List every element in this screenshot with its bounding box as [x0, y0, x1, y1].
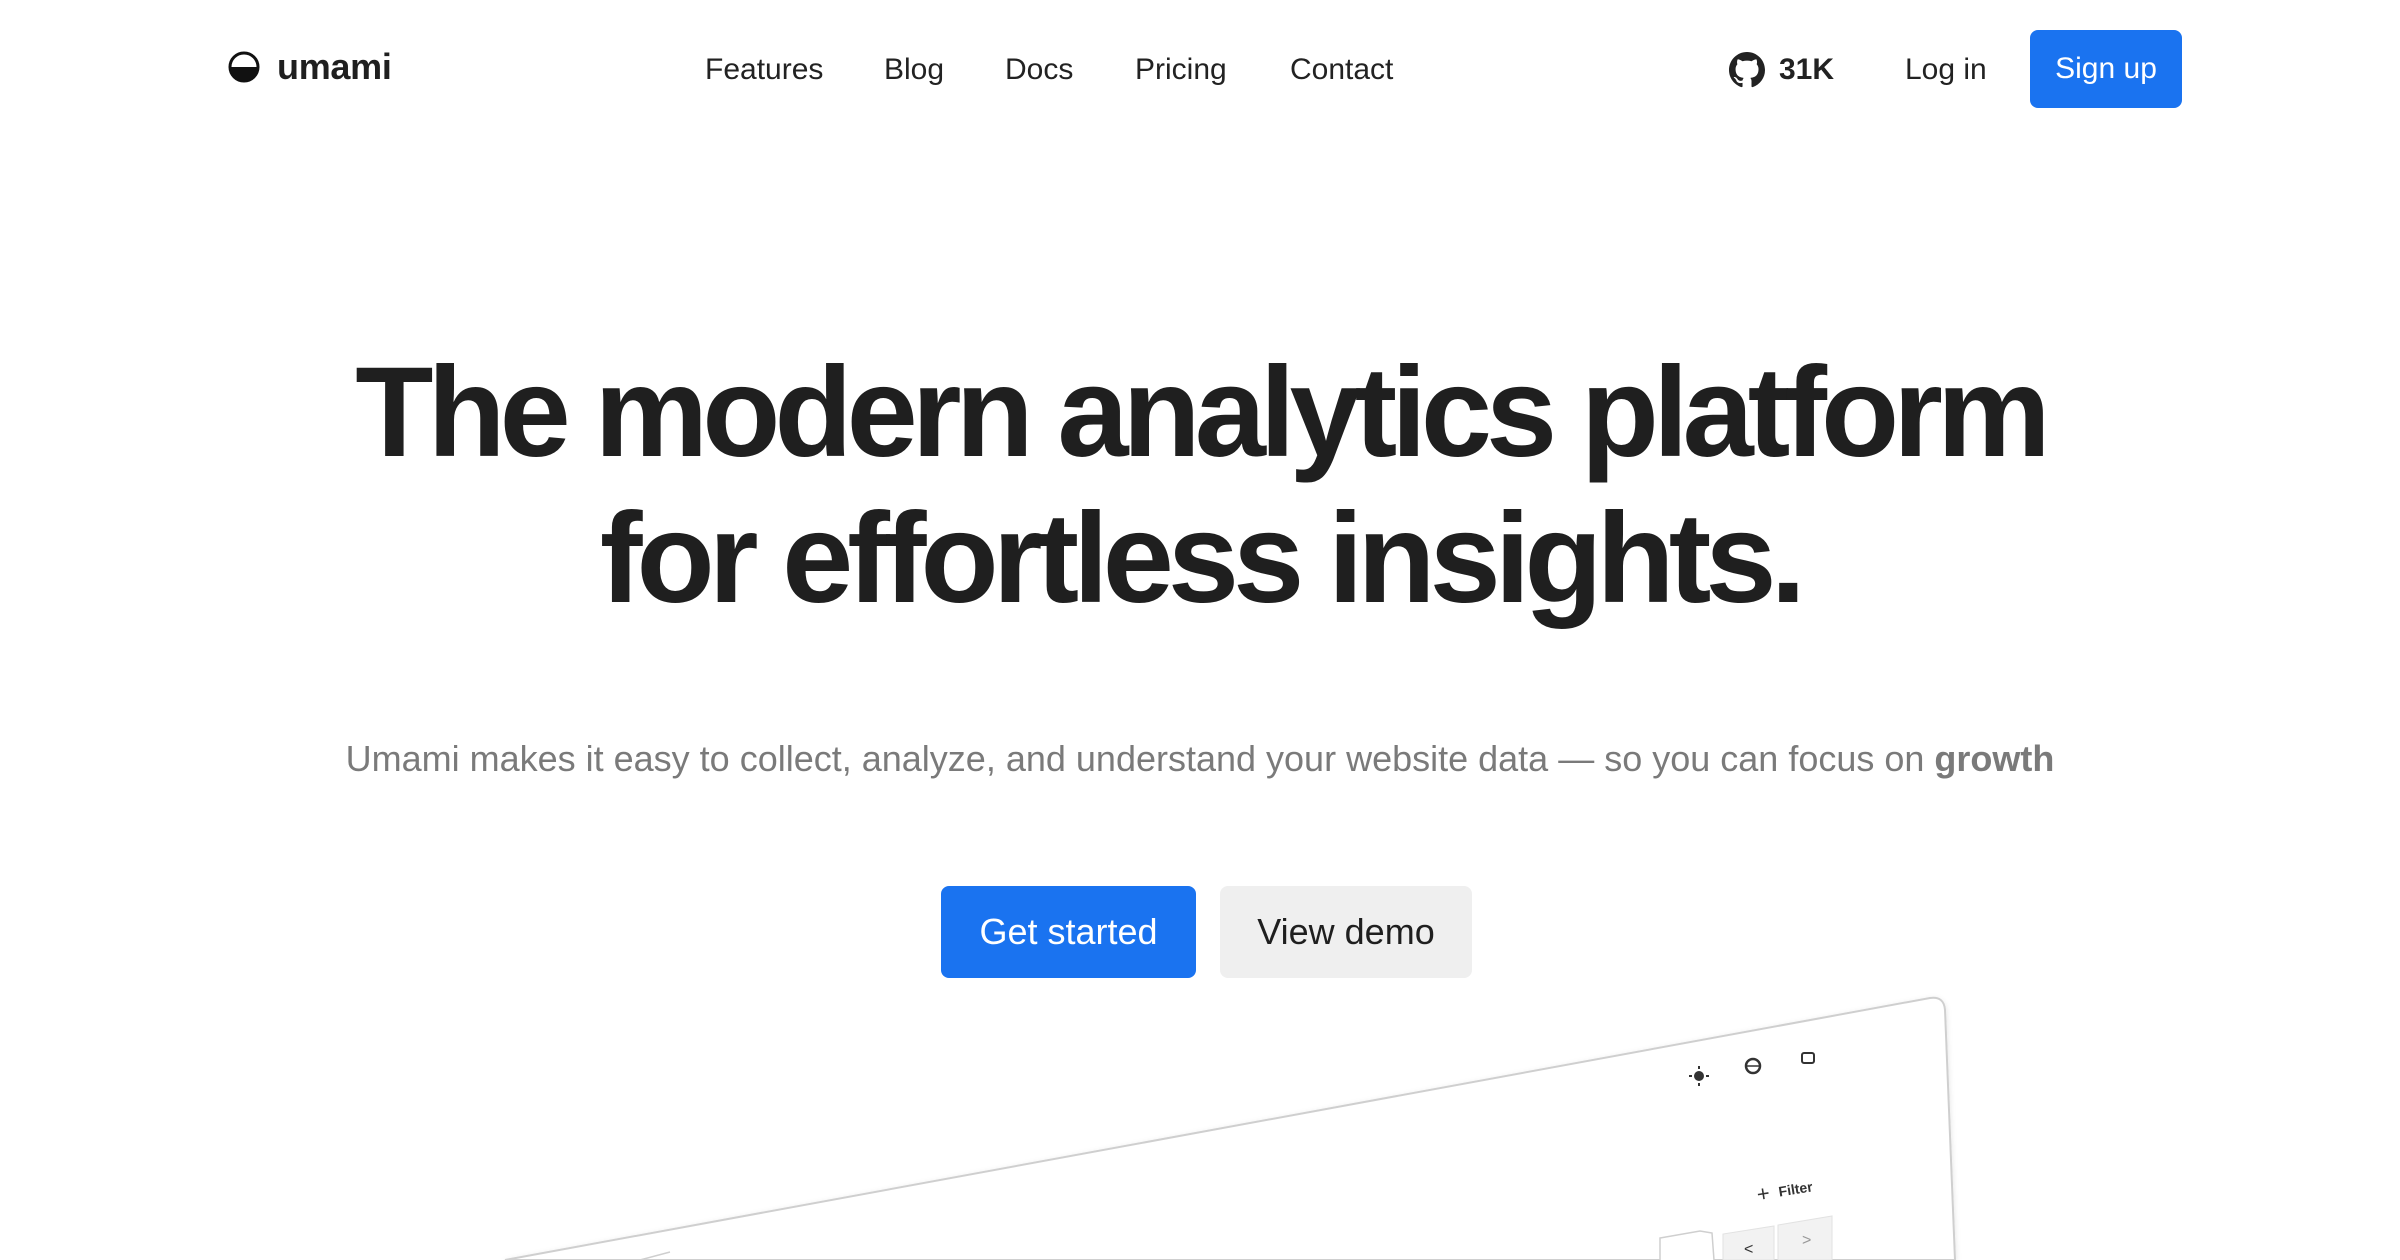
login-link[interactable]: Log in [1905, 48, 1987, 92]
dashboard-preview-frame [504, 996, 1957, 1260]
github-stars-link[interactable]: 31K [1729, 50, 1834, 90]
get-started-button[interactable]: Get started [941, 886, 1196, 978]
top-navigation: umami Features Blog Docs Pricing Contact… [0, 0, 2400, 140]
nav-link-pricing[interactable]: Pricing [1135, 48, 1227, 92]
hero-headline: The modern analytics platform for effort… [0, 340, 2400, 632]
prev-arrow-icon: < [1744, 1241, 1753, 1258]
hero-headline-line-1: The modern analytics platform [355, 341, 2050, 484]
hero-subtitle-emphasis: growth [1934, 738, 2055, 779]
dashboard-preview: + Filter < > [504, 996, 1957, 1260]
nav-link-docs[interactable]: Docs [1005, 48, 1073, 92]
github-icon [1729, 52, 1765, 88]
brand-name: umami [277, 46, 392, 87]
view-demo-button[interactable]: View demo [1220, 886, 1472, 978]
umami-logo-icon [228, 51, 260, 83]
next-arrow-icon: > [1802, 1232, 1811, 1249]
hero-subtitle-text: Umami makes it easy to collect, analyze,… [345, 738, 1935, 779]
hero-subtitle: Umami makes it easy to collect, analyze,… [0, 734, 2400, 784]
github-star-count: 31K [1779, 53, 1835, 86]
nav-link-blog[interactable]: Blog [884, 48, 944, 92]
nav-link-contact[interactable]: Contact [1290, 48, 1393, 92]
hero-headline-line-2: for effortless insights. [599, 487, 1806, 630]
brand-logo-link[interactable]: umami [227, 46, 392, 88]
nav-link-features[interactable]: Features [705, 48, 823, 92]
signup-button[interactable]: Sign up [2030, 30, 2182, 108]
